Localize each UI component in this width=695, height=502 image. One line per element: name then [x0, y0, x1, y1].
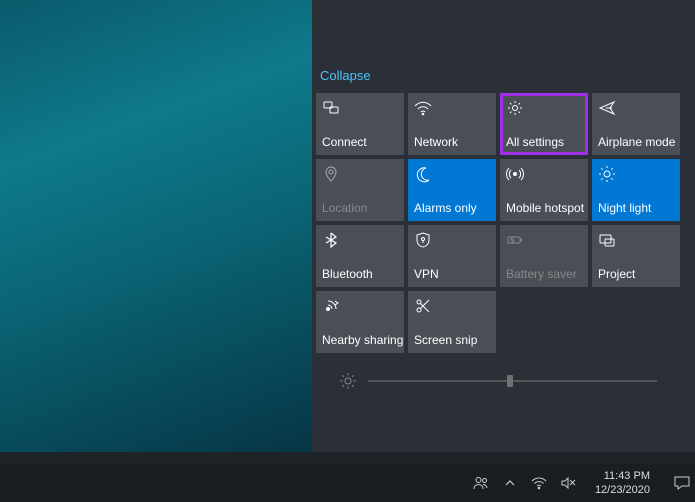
system-tray: 11:43 PM 12/23/2020 — [473, 469, 691, 497]
quick-action-tiles: Connect Network All settings Airplane mode L… — [316, 93, 695, 353]
airplane-icon — [598, 99, 616, 117]
nearby-icon — [322, 297, 340, 315]
hotspot-icon — [506, 165, 524, 183]
network-icon — [414, 99, 432, 117]
tile-mobile-hotspot[interactable]: Mobile hotspot — [500, 159, 588, 221]
action-center-icon[interactable] — [673, 474, 691, 492]
tile-label: Battery saver — [506, 267, 577, 281]
tile-label: Mobile hotspot — [506, 201, 584, 215]
connect-icon — [322, 99, 340, 117]
tile-alarms-only[interactable]: Alarms only — [408, 159, 496, 221]
action-center-panel: Collapse Connect Network All settings Airpl… — [312, 0, 695, 452]
tray-chevron-icon[interactable] — [502, 475, 518, 491]
battery-icon — [506, 231, 524, 249]
volume-muted-icon[interactable] — [560, 475, 576, 491]
nightlight-icon — [598, 165, 616, 183]
tile-network[interactable]: Network — [408, 93, 496, 155]
tile-all-settings[interactable]: All settings — [500, 93, 588, 155]
tile-connect[interactable]: Connect — [316, 93, 404, 155]
collapse-button[interactable]: Collapse — [312, 0, 695, 93]
tile-battery-saver[interactable]: Battery saver — [500, 225, 588, 287]
taskbar-time: 11:43 PM — [595, 469, 650, 483]
tile-location[interactable]: Location — [316, 159, 404, 221]
tile-nearby-sharing[interactable]: Nearby sharing — [316, 291, 404, 353]
location-icon — [322, 165, 340, 183]
tile-label: VPN — [414, 267, 439, 281]
tile-project[interactable]: Project — [592, 225, 680, 287]
snip-icon — [414, 297, 432, 315]
brightness-slider-row — [340, 373, 687, 389]
tile-label: Screen snip — [414, 333, 477, 347]
project-icon — [598, 231, 616, 249]
vpn-icon — [414, 231, 432, 249]
bluetooth-icon — [322, 231, 340, 249]
tile-label: Nearby sharing — [322, 333, 403, 347]
tile-label: All settings — [506, 135, 564, 149]
tile-label: Network — [414, 135, 458, 149]
brightness-slider-thumb[interactable] — [507, 375, 513, 387]
tile-label: Bluetooth — [322, 267, 373, 281]
wifi-icon[interactable] — [531, 475, 547, 491]
moon-icon — [414, 165, 432, 183]
gear-icon — [506, 99, 524, 117]
taskbar-date: 12/23/2020 — [595, 483, 650, 497]
tile-label: Project — [598, 267, 635, 281]
tile-bluetooth[interactable]: Bluetooth — [316, 225, 404, 287]
brightness-slider[interactable] — [368, 380, 657, 382]
tile-label: Airplane mode — [598, 135, 675, 149]
tile-label: Connect — [322, 135, 367, 149]
tile-vpn[interactable]: VPN — [408, 225, 496, 287]
desktop-background — [0, 0, 312, 452]
taskbar-clock[interactable]: 11:43 PM 12/23/2020 — [595, 469, 650, 497]
taskbar: 11:43 PM 12/23/2020 — [0, 464, 695, 502]
tile-label: Location — [322, 201, 367, 215]
brightness-icon — [340, 373, 356, 389]
tile-label: Night light — [598, 201, 651, 215]
tile-airplane-mode[interactable]: Airplane mode — [592, 93, 680, 155]
tile-night-light[interactable]: Night light — [592, 159, 680, 221]
tile-screen-snip[interactable]: Screen snip — [408, 291, 496, 353]
tile-label: Alarms only — [414, 201, 477, 215]
people-icon[interactable] — [473, 475, 489, 491]
